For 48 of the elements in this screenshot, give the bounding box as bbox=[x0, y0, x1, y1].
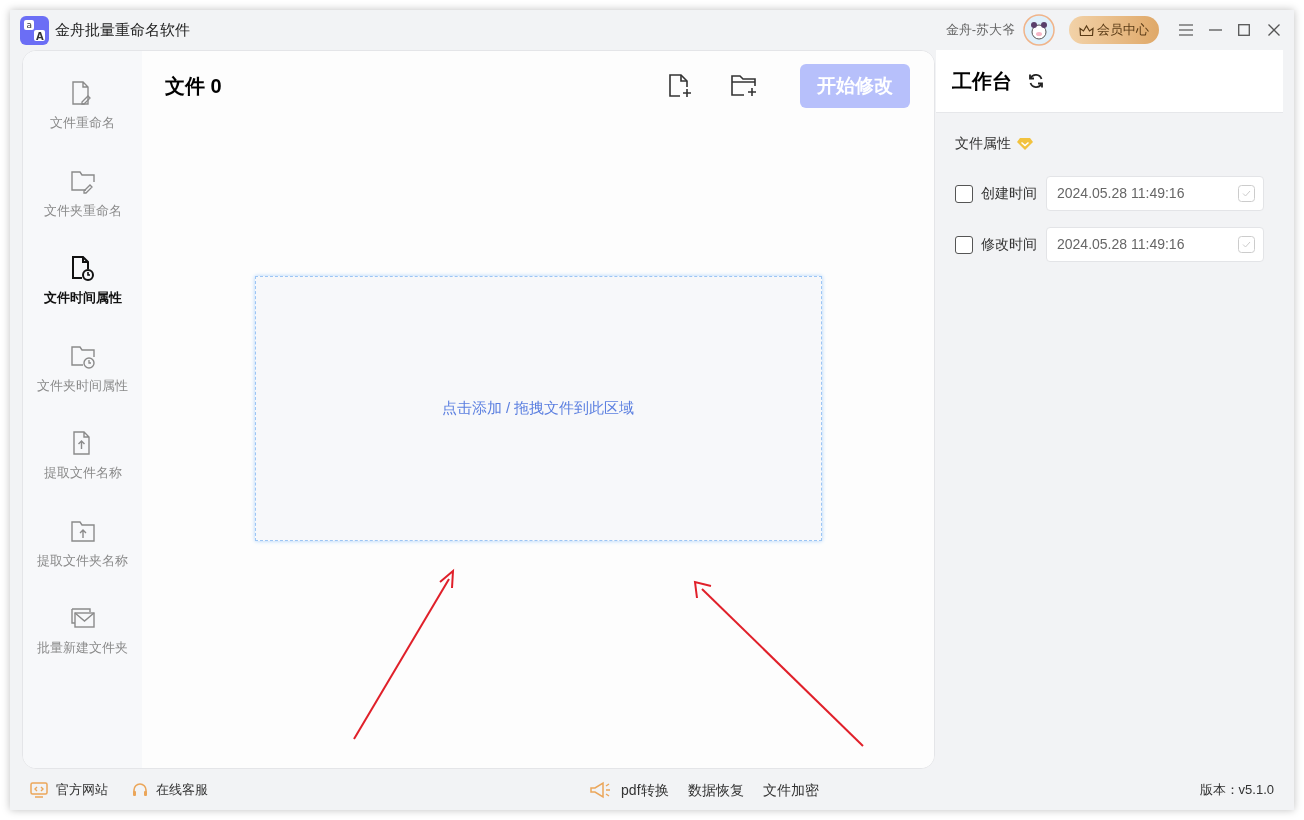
sidebar-item-label: 文件重命名 bbox=[50, 114, 115, 132]
footer-link[interactable]: 文件加密 bbox=[762, 779, 819, 801]
sidebar-item[interactable]: 文件夹时间属性 bbox=[23, 343, 142, 395]
app-logo-icon: a A bbox=[20, 15, 49, 45]
sidebar-item-icon bbox=[69, 343, 96, 370]
add-folder-icon[interactable] bbox=[730, 74, 758, 98]
sidebar-item[interactable]: 文件时间属性 bbox=[23, 256, 142, 308]
sidebar-item-icon bbox=[69, 168, 96, 195]
sidebar-item-label: 文件夹重命名 bbox=[43, 201, 122, 220]
date-time-field[interactable]: 2024.05.28 11:49:16 bbox=[1046, 227, 1264, 262]
add-file-icon[interactable] bbox=[668, 73, 692, 99]
footer-link[interactable]: pdf转换 bbox=[621, 779, 669, 801]
maximize-icon[interactable] bbox=[1238, 24, 1250, 36]
sidebar-item-icon bbox=[69, 256, 96, 282]
sidebar-item-label: 文件夹时间属性 bbox=[37, 376, 128, 395]
online-support-link[interactable]: 在线客服 bbox=[156, 780, 208, 800]
close-icon[interactable] bbox=[1268, 24, 1280, 36]
sidebar-item[interactable]: 文件重命名 bbox=[23, 81, 142, 133]
field-label: 修改时间 bbox=[981, 235, 1037, 254]
official-site-link[interactable]: 官方网站 bbox=[56, 780, 108, 800]
sidebar-item[interactable]: 批量新建文件夹 bbox=[23, 606, 142, 658]
workbench-title: 工作台 bbox=[952, 69, 1012, 94]
version-label: 版本：v5.1.0 bbox=[1199, 781, 1274, 800]
section-title: 文件属性 bbox=[955, 134, 1011, 153]
user-name: 金舟-苏大爷 bbox=[945, 21, 1015, 40]
sidebar-item-label: 提取文件名称 bbox=[43, 464, 122, 482]
drop-zone[interactable]: 点击添加 / 拖拽文件到此区域 bbox=[254, 276, 822, 541]
sidebar-item-label: 提取文件夹名称 bbox=[37, 551, 128, 570]
field-label: 创建时间 bbox=[981, 184, 1037, 203]
refresh-icon[interactable] bbox=[1028, 73, 1044, 89]
footer-link[interactable]: 数据恢复 bbox=[687, 779, 744, 801]
date-time-field[interactable]: 2024.05.28 11:49:16 bbox=[1046, 176, 1264, 211]
file-count-title: 文件 0 bbox=[165, 74, 222, 99]
sidebar-item[interactable]: 文件夹重命名 bbox=[23, 168, 142, 220]
crown-icon bbox=[1079, 23, 1094, 37]
menu-icon[interactable] bbox=[1179, 24, 1193, 36]
sidebar-item-label: 文件时间属性 bbox=[43, 289, 122, 307]
checkbox[interactable] bbox=[955, 235, 973, 254]
diamond-icon bbox=[1017, 137, 1033, 150]
sidebar-item[interactable]: 提取文件夹名称 bbox=[23, 518, 142, 570]
megaphone-icon bbox=[589, 781, 612, 799]
checkbox[interactable] bbox=[955, 184, 973, 203]
sidebar-item[interactable]: 提取文件名称 bbox=[23, 431, 142, 483]
sidebar-item-icon bbox=[69, 518, 96, 545]
vip-center-button[interactable]: 会员中心 bbox=[1069, 16, 1159, 44]
avatar-icon[interactable] bbox=[1023, 14, 1055, 46]
window-title: 金舟批量重命名软件 bbox=[55, 19, 190, 40]
sidebar-item-label: 批量新建文件夹 bbox=[37, 639, 128, 657]
